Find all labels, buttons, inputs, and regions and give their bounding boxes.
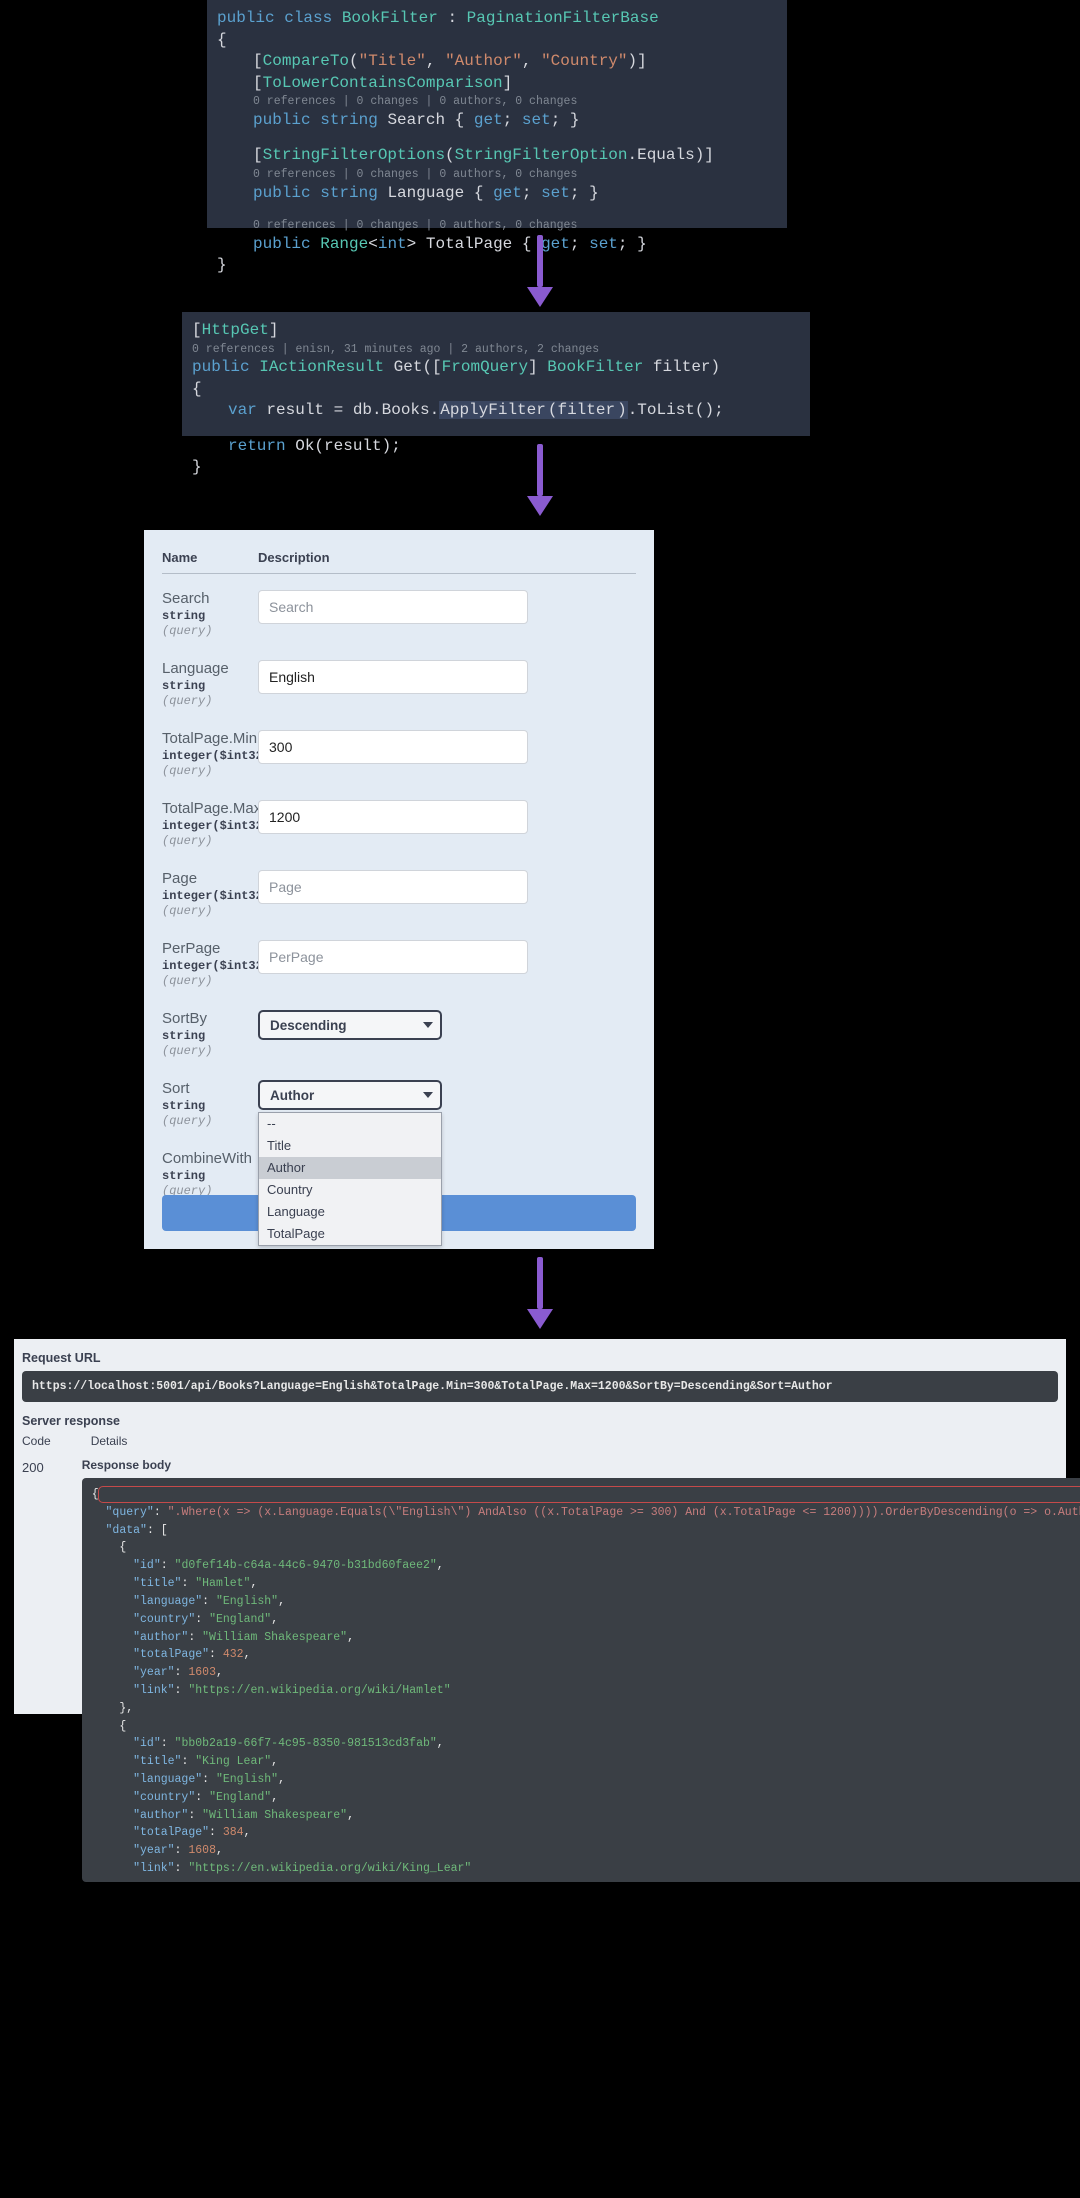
param-name: PerPage bbox=[162, 940, 258, 957]
param-name: TotalPage.Max bbox=[162, 800, 258, 817]
sort-option[interactable]: Author bbox=[259, 1157, 441, 1179]
code-panel-controller: [HttpGet] 0 references | enisn, 31 minut… bbox=[182, 312, 810, 436]
param-name: Language bbox=[162, 660, 258, 677]
param-in: (query) bbox=[162, 834, 258, 848]
codelens: 0 references | 0 changes | 0 authors, 0 … bbox=[253, 94, 777, 110]
flow-arrow-icon bbox=[527, 444, 553, 516]
param-name: TotalPage.Min bbox=[162, 730, 258, 747]
param-type: string bbox=[162, 1099, 258, 1113]
param-row-sort: Sort string (query) Author -- Title Auth… bbox=[162, 1080, 636, 1128]
param-in: (query) bbox=[162, 904, 258, 918]
code-header: Code bbox=[22, 1434, 51, 1448]
codelens: 0 references | 0 changes | 0 authors, 0 … bbox=[253, 167, 777, 183]
param-in: (query) bbox=[162, 974, 258, 988]
param-name: SortBy bbox=[162, 1010, 258, 1027]
kw: public bbox=[217, 9, 284, 27]
highlight-box bbox=[98, 1486, 1080, 1503]
sort-option[interactable]: Country bbox=[259, 1179, 441, 1201]
sort-option[interactable]: Language bbox=[259, 1201, 441, 1223]
chevron-down-icon bbox=[423, 1022, 433, 1028]
codelens: 0 references | 0 changes | 0 authors, 0 … bbox=[253, 218, 777, 234]
param-type: integer($int32) bbox=[162, 889, 258, 903]
param-name: CombineWith bbox=[162, 1150, 258, 1167]
request-url-label: Request URL bbox=[22, 1351, 1058, 1365]
param-row-language: Language string (query) bbox=[162, 660, 636, 708]
param-in: (query) bbox=[162, 1044, 258, 1058]
request-url: https://localhost:5001/api/Books?Languag… bbox=[22, 1371, 1058, 1402]
param-row-search: Search string (query) bbox=[162, 590, 636, 638]
sort-option[interactable]: TotalPage bbox=[259, 1223, 441, 1245]
details-header: Details bbox=[91, 1434, 128, 1448]
search-input[interactable] bbox=[258, 590, 528, 624]
response-json: { "query": ".Where(x => (x.Language.Equa… bbox=[82, 1478, 1080, 1882]
codelens: 0 references | enisn, 31 minutes ago | 2… bbox=[192, 342, 800, 358]
sort-dropdown-list: -- Title Author Country Language TotalPa… bbox=[258, 1112, 442, 1246]
param-type: string bbox=[162, 1169, 258, 1183]
param-name: Page bbox=[162, 870, 258, 887]
perpage-input[interactable] bbox=[258, 940, 528, 974]
sort-option[interactable]: -- bbox=[259, 1113, 441, 1135]
param-name: Sort bbox=[162, 1080, 258, 1097]
param-in: (query) bbox=[162, 1114, 258, 1128]
swagger-response-panel: Request URL https://localhost:5001/api/B… bbox=[14, 1339, 1066, 1714]
param-row-sortby: SortBy string (query) Descending bbox=[162, 1010, 636, 1058]
sortby-select[interactable]: Descending bbox=[258, 1010, 442, 1040]
server-response-label: Server response bbox=[22, 1414, 1058, 1428]
param-row-perpage: PerPage integer($int32) (query) bbox=[162, 940, 636, 988]
header-name: Name bbox=[162, 550, 258, 565]
param-in: (query) bbox=[162, 764, 258, 778]
response-body-label: Response body bbox=[82, 1458, 1080, 1472]
param-row-totalpage-max: TotalPage.Max integer($int32) (query) bbox=[162, 800, 636, 848]
param-header-row: Name Description bbox=[162, 550, 636, 574]
param-type: string bbox=[162, 1029, 258, 1043]
flow-arrow-icon bbox=[527, 1257, 553, 1329]
param-type: integer($int32) bbox=[162, 959, 258, 973]
chevron-down-icon bbox=[423, 1092, 433, 1098]
totalpage-max-input[interactable] bbox=[258, 800, 528, 834]
totalpage-min-input[interactable] bbox=[258, 730, 528, 764]
param-type: string bbox=[162, 679, 258, 693]
param-name: Search bbox=[162, 590, 258, 607]
language-input[interactable] bbox=[258, 660, 528, 694]
sort-option[interactable]: Title bbox=[259, 1135, 441, 1157]
param-row-totalpage-min: TotalPage.Min integer($int32) (query) bbox=[162, 730, 636, 778]
header-description: Description bbox=[258, 550, 636, 565]
code-panel-filter-class: public class BookFilter : PaginationFilt… bbox=[207, 0, 787, 228]
sort-select[interactable]: Author bbox=[258, 1080, 442, 1110]
swagger-try-it-panel: Name Description Search string (query) L… bbox=[144, 530, 654, 1249]
flow-arrow-icon bbox=[527, 235, 553, 307]
param-in: (query) bbox=[162, 624, 258, 638]
param-in: (query) bbox=[162, 694, 258, 708]
status-code: 200 bbox=[22, 1458, 44, 1475]
param-row-page: Page integer($int32) (query) bbox=[162, 870, 636, 918]
page-input[interactable] bbox=[258, 870, 528, 904]
param-type: integer($int32) bbox=[162, 819, 258, 833]
param-type: integer($int32) bbox=[162, 749, 258, 763]
param-type: string bbox=[162, 609, 258, 623]
